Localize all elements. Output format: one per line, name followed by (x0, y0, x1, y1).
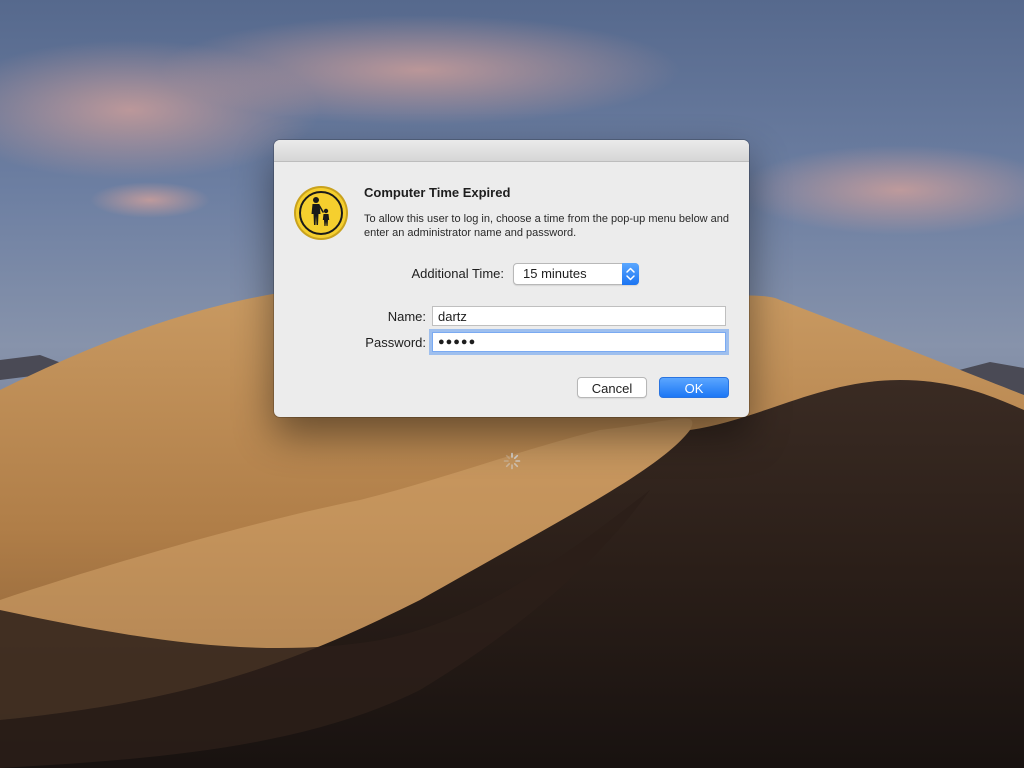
dialog-titlebar[interactable] (274, 140, 749, 162)
additional-time-label: Additional Time: (411, 266, 505, 281)
name-field[interactable]: dartz (432, 306, 726, 326)
cancel-button[interactable]: Cancel (577, 377, 647, 398)
popup-chevron-updown-icon[interactable] (622, 263, 639, 285)
password-label: Password: (365, 335, 426, 350)
loading-spinner-icon (503, 452, 521, 470)
dialog-message: To allow this user to log in, choose a t… (364, 213, 730, 239)
additional-time-popup[interactable]: 15 minutes (513, 263, 639, 285)
ok-button[interactable]: OK (659, 377, 729, 398)
dialog-title: Computer Time Expired (364, 185, 511, 200)
password-field[interactable]: ●●●●● (432, 332, 726, 352)
desktop-wallpaper: Computer Time Expired To allow this user… (0, 0, 1024, 768)
name-field-value: dartz (438, 309, 467, 324)
parental-controls-icon (293, 185, 349, 241)
computer-time-expired-dialog: Computer Time Expired To allow this user… (274, 140, 749, 417)
additional-time-value: 15 minutes (523, 266, 587, 281)
password-field-value: ●●●●● (438, 336, 477, 348)
name-label: Name: (387, 309, 426, 324)
